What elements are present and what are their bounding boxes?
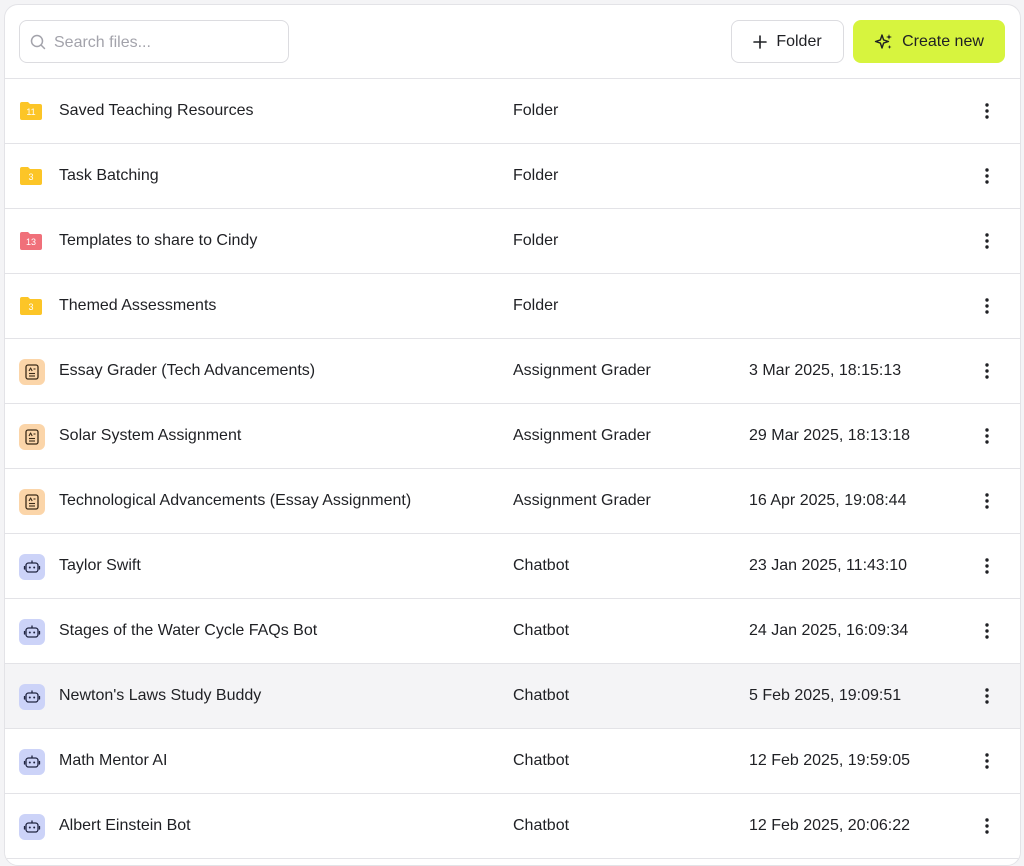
- vertical-ellipsis-icon: [985, 818, 989, 834]
- file-name[interactable]: Math Mentor AI: [59, 729, 168, 793]
- file-row-templates-to-share-to-cindy[interactable]: 13 Templates to share to Cindy Folder: [5, 209, 1020, 274]
- document-icon: [19, 359, 45, 385]
- more-options-button[interactable]: [977, 424, 997, 448]
- file-type: Chatbot: [513, 622, 570, 639]
- search-icon: [30, 34, 46, 50]
- file-type: Chatbot: [513, 687, 570, 704]
- sparkles-icon: [874, 33, 893, 49]
- folder-icon: 13: [19, 231, 43, 251]
- more-options-button[interactable]: [977, 99, 997, 123]
- robot-icon: [19, 554, 45, 580]
- robot-icon: [19, 684, 45, 710]
- file-name[interactable]: Saved Teaching Resources: [59, 79, 254, 143]
- more-options-button[interactable]: [977, 294, 997, 318]
- plus-icon: [753, 34, 768, 49]
- file-name[interactable]: Themed Assessments: [59, 274, 216, 338]
- more-options-button[interactable]: [977, 359, 997, 383]
- file-row-taylor-swift[interactable]: Taylor Swift Chatbot 23 Jan 2025, 11:43:10: [5, 534, 1020, 599]
- file-type: Chatbot: [513, 817, 570, 834]
- file-name[interactable]: Newton's Laws Study Buddy: [59, 664, 261, 728]
- vertical-ellipsis-icon: [985, 233, 989, 249]
- file-name[interactable]: Technological Advancements (Essay Assign…: [59, 469, 411, 533]
- file-modified-date: 16 Apr 2025, 19:08:44: [749, 492, 907, 509]
- add-folder-button[interactable]: Folder: [731, 20, 844, 63]
- file-modified-date: 23 Jan 2025, 11:43:10: [749, 557, 908, 574]
- file-type: Assignment Grader: [513, 362, 651, 379]
- file-modified-date: 12 Feb 2025, 19:59:05: [749, 752, 911, 769]
- file-type: Folder: [513, 232, 559, 249]
- file-name[interactable]: Albert Einstein Bot: [59, 794, 191, 858]
- vertical-ellipsis-icon: [985, 623, 989, 639]
- file-type: Assignment Grader: [513, 427, 651, 444]
- create-new-button[interactable]: Create new: [853, 20, 1005, 63]
- more-options-button[interactable]: [977, 814, 997, 838]
- file-type: Folder: [513, 297, 559, 314]
- file-type: Folder: [513, 167, 559, 184]
- file-type: Assignment Grader: [513, 492, 651, 509]
- file-type: Chatbot: [513, 752, 570, 769]
- vertical-ellipsis-icon: [985, 363, 989, 379]
- file-modified-date: 5 Feb 2025, 19:09:51: [749, 687, 902, 704]
- file-name[interactable]: Stages of the Water Cycle FAQs Bot: [59, 599, 317, 663]
- more-options-button[interactable]: [977, 619, 997, 643]
- file-row-saved-teaching-resources[interactable]: 11 Saved Teaching Resources Folder: [5, 79, 1020, 144]
- robot-icon: [19, 814, 45, 840]
- file-row-task-batching[interactable]: 3 Task Batching Folder: [5, 144, 1020, 209]
- file-row-stages-of-the-water-cycle-faqs-bot[interactable]: Stages of the Water Cycle FAQs Bot Chatbo…: [5, 599, 1020, 664]
- file-list: 11 Saved Teaching Resources Folder 3 Task Ba…: [5, 79, 1020, 859]
- file-name[interactable]: Taylor Swift: [59, 534, 141, 598]
- folder-item-count: 3: [28, 172, 34, 182]
- more-options-button[interactable]: [977, 489, 997, 513]
- folder-icon: 11: [19, 101, 43, 121]
- folder-icon: 3: [19, 296, 43, 316]
- file-name[interactable]: Solar System Assignment: [59, 404, 241, 468]
- folder-item-count: 13: [25, 237, 36, 247]
- file-row-themed-assessments[interactable]: 3 Themed Assessments Folder: [5, 274, 1020, 339]
- more-options-button[interactable]: [977, 164, 997, 188]
- file-type: Chatbot: [513, 557, 570, 574]
- add-folder-label: Folder: [776, 32, 822, 50]
- files-toolbar: Folder Create new: [5, 5, 1020, 79]
- vertical-ellipsis-icon: [985, 103, 989, 119]
- file-name[interactable]: Task Batching: [59, 144, 159, 208]
- document-icon: [19, 489, 45, 515]
- vertical-ellipsis-icon: [985, 428, 989, 444]
- vertical-ellipsis-icon: [985, 688, 989, 704]
- more-options-button[interactable]: [977, 684, 997, 708]
- folder-item-count: 11: [26, 107, 36, 117]
- vertical-ellipsis-icon: [985, 493, 989, 509]
- vertical-ellipsis-icon: [985, 298, 989, 314]
- file-row-solar-system-assignment[interactable]: Solar System Assignment Assignment Grader…: [5, 404, 1020, 469]
- folder-item-count: 3: [28, 302, 34, 312]
- files-panel: Folder Create new 11 Saved Teaching Resou…: [4, 4, 1021, 866]
- robot-icon: [19, 619, 45, 645]
- file-name[interactable]: Templates to share to Cindy: [59, 209, 257, 273]
- file-row-math-mentor-ai[interactable]: Math Mentor AI Chatbot 12 Feb 2025, 19:59:…: [5, 729, 1020, 794]
- folder-icon: 3: [19, 166, 43, 186]
- more-options-button[interactable]: [977, 554, 997, 578]
- vertical-ellipsis-icon: [985, 558, 989, 574]
- file-name[interactable]: Essay Grader (Tech Advancements): [59, 339, 315, 403]
- file-row-essay-grader-tech-advancements[interactable]: Essay Grader (Tech Advancements) Assignme…: [5, 339, 1020, 404]
- file-modified-date: 24 Jan 2025, 16:09:34: [749, 622, 909, 639]
- create-new-label: Create new: [902, 32, 984, 50]
- file-modified-date: 29 Mar 2025, 18:13:18: [749, 427, 911, 444]
- file-modified-date: 3 Mar 2025, 18:15:13: [749, 362, 902, 379]
- file-row-newton-s-laws-study-buddy[interactable]: Newton's Laws Study Buddy Chatbot 5 Feb 20…: [5, 664, 1020, 729]
- file-type: Folder: [513, 102, 559, 119]
- vertical-ellipsis-icon: [985, 168, 989, 184]
- more-options-button[interactable]: [977, 749, 997, 773]
- file-row-albert-einstein-bot[interactable]: Albert Einstein Bot Chatbot 12 Feb 2025, 2…: [5, 794, 1020, 859]
- document-icon: [19, 424, 45, 450]
- file-row-technological-advancements-essay-assignment[interactable]: Technological Advancements (Essay Assign…: [5, 469, 1020, 534]
- vertical-ellipsis-icon: [985, 753, 989, 769]
- robot-icon: [19, 749, 45, 775]
- search-box[interactable]: [19, 20, 289, 64]
- more-options-button[interactable]: [977, 229, 997, 253]
- search-input[interactable]: [52, 21, 286, 64]
- file-modified-date: 12 Feb 2025, 20:06:22: [749, 817, 911, 834]
